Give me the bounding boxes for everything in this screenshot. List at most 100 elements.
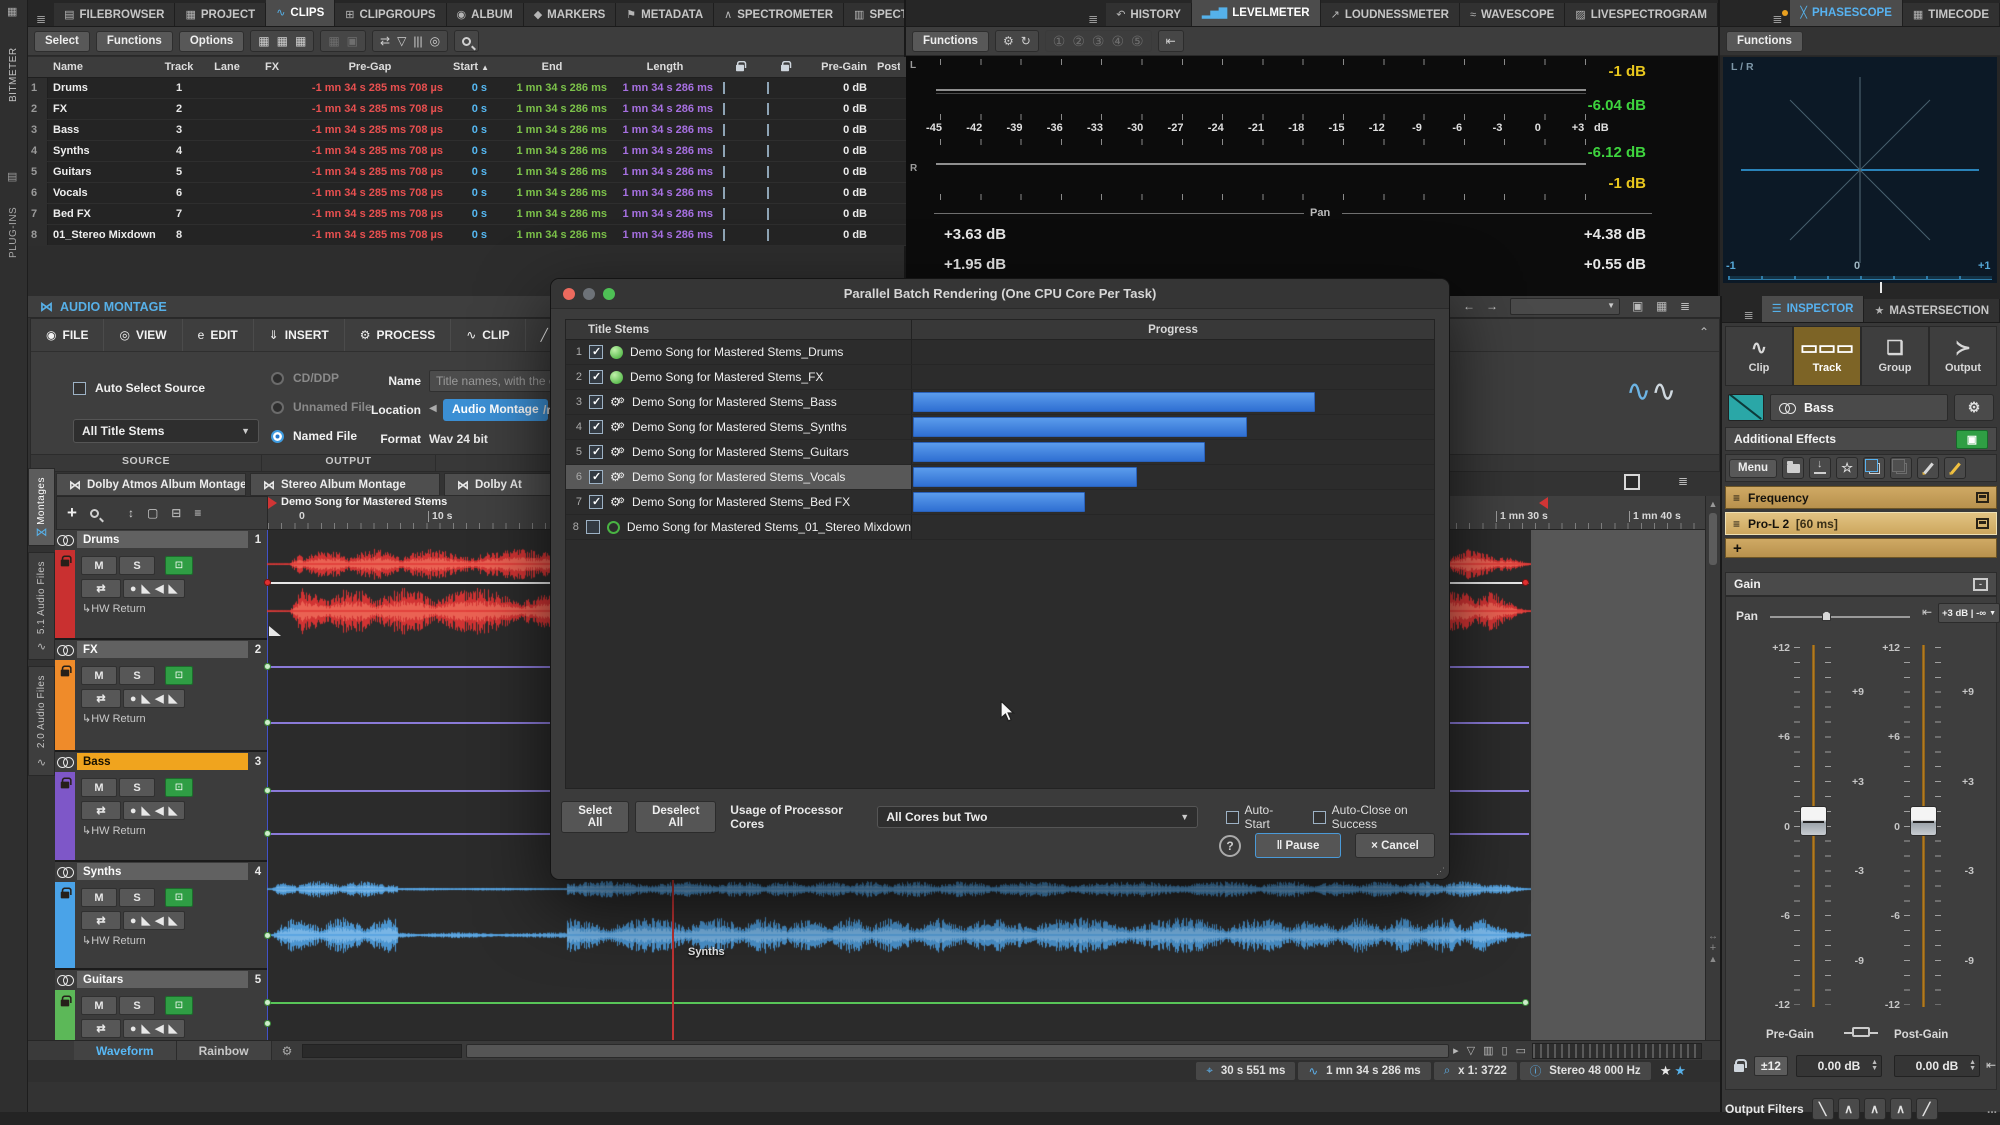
ribbon-tab[interactable]: ◎ VIEW [104,319,182,351]
render-row[interactable]: 6 Demo Song for Mastered Stems_Vocals [566,465,1434,490]
options-button[interactable]: Options [179,31,244,52]
clip-lock[interactable] [718,166,762,178]
montage-doc-tab[interactable]: ⋈ Dolby Atmos Album Montage [56,473,246,496]
functions-button[interactable]: Functions [96,31,173,52]
lock2-checkbox[interactable] [767,124,769,136]
status-cell[interactable]: ∿ 1 mn 34 s 286 ms [1298,1062,1430,1080]
bitmeter-tab[interactable]: BITMETER [8,22,19,102]
sidebar-tab-montages[interactable]: Montages ⋈ [28,468,55,546]
plugins-tab[interactable]: PLUG-INS [8,188,19,258]
grid-layout-icon[interactable]: ▦ [258,34,269,48]
status-cell[interactable]: ⓘ Stereo 48 000 Hz [1520,1062,1651,1080]
montage-doc-tab[interactable]: ⋈ Stereo Album Montage [250,473,440,496]
panel-tab[interactable]: ▨ LIVESPECTROGRAM [1565,3,1718,26]
lock-checkbox[interactable] [723,166,725,178]
render-row[interactable]: 1 Demo Song for Mastered Stems_Drums [566,340,1434,365]
fit-height-icon[interactable]: ↕ [128,506,134,520]
track-name[interactable]: Synths [77,863,248,880]
doc-tab-check-icon[interactable] [1624,474,1640,490]
functions-button[interactable]: Functions [912,31,989,52]
routing-button[interactable]: ⇄ [81,579,121,598]
render-checkbox[interactable] [589,370,603,384]
routing-button[interactable]: ⇄ [81,911,121,930]
record-monitor-button[interactable]: ● ◣ ◀ ◣ [123,801,185,820]
track-header-drums[interactable]: Drums 1 M S ⊡ ⇄ ● ◣ ◀ ◣ ↳HW Return [55,530,267,640]
pan-reset-icon[interactable]: ⇤ [1922,605,1932,619]
dialog-titlebar[interactable]: Parallel Batch Rendering (One CPU Core P… [551,279,1449,309]
scrollbar-icon[interactable]: ▸ [1453,1044,1459,1057]
panel-tab[interactable]: ▤ FILEBROWSER [54,3,175,26]
add-effect-slot[interactable]: + [1725,538,1997,558]
clip-lock2[interactable] [762,82,808,94]
lock2-checkbox[interactable] [767,208,769,220]
clip-name[interactable]: 01_Stereo Mixdown [48,229,156,241]
clip-lock2[interactable] [762,187,808,199]
solo-button[interactable]: S [119,778,155,797]
envelope-dot[interactable] [264,663,271,670]
panel-tab[interactable]: ↶ HISTORY [1106,3,1192,26]
overview-strip[interactable] [302,1044,462,1058]
toolbar-icon[interactable]: ▽ [397,34,406,48]
table-row[interactable]: 8 01_Stereo Mixdown 8 -1 mn 34 s 285 ms … [28,225,906,246]
favorite-star-icon[interactable]: ★ [1660,1063,1672,1079]
panel-tab[interactable]: ▂▅▇ LEVELMETER [1192,0,1321,26]
panel-options-icon[interactable]: ≣ [28,12,54,26]
fade-handle-icon[interactable] [269,626,281,636]
pan-slider[interactable] [1770,616,1910,618]
mode-button[interactable]: ≻ Output [1929,326,1997,386]
search-icon[interactable] [462,37,471,46]
clip-name[interactable]: Drums [48,82,156,94]
render-checkbox[interactable] [589,495,603,509]
mode-button[interactable]: ❑ Group [1861,326,1929,386]
col-fx[interactable]: FX [252,61,292,73]
render-row[interactable]: 7 Demo Song for Mastered Stems_Bed FX [566,490,1434,515]
zoom-search-icon[interactable] [90,509,99,518]
track-name[interactable]: Drums [77,531,248,548]
scrollbar-thumb[interactable] [1709,513,1717,565]
scrollbar-icon[interactable]: ▽ [1467,1044,1475,1057]
render-checkbox[interactable] [589,445,603,459]
table-row[interactable]: 4 Synths 4 -1 mn 34 s 285 ms 708 µs 0 s … [28,141,906,162]
col-end[interactable]: End [492,61,612,73]
lock-checkbox[interactable] [723,124,725,136]
scroll-mode-icon[interactable]: ▲ [1706,954,1720,964]
clip-lock2[interactable] [762,208,808,220]
radio-cddp[interactable]: CD/DDP [271,371,339,385]
render-row[interactable]: 4 Demo Song for Mastered Stems_Synths [566,415,1434,440]
view-tab[interactable]: Waveform [74,1041,177,1060]
track-lock-icon[interactable] [61,892,70,899]
clip-name[interactable]: Bed FX [48,208,156,220]
preset-number-icon[interactable]: ③ [1092,33,1105,50]
effect-slot-prol2[interactable]: ≡ Pro-L 2 [60 ms] [1725,512,1997,535]
scrollbar-icon[interactable]: ▭ [1516,1044,1526,1057]
render-checkbox[interactable] [589,395,603,409]
envelope-dot[interactable] [264,932,271,939]
lock2-checkbox[interactable] [767,103,769,115]
plugins-icon[interactable]: ▤ [7,170,17,183]
solo-button[interactable]: S [119,666,155,685]
zoom-traffic-light[interactable] [603,288,615,300]
track-header-guitars[interactable]: Guitars 5 M S ⊡ ⇄ ● ◣ ◀ ◣ [55,970,267,1040]
clip-name[interactable]: Vocals [48,187,156,199]
clip-lock[interactable] [718,187,762,199]
lock2-checkbox[interactable] [767,82,769,94]
panel-tab[interactable]: ⊞ CLIPGROUPS [335,3,446,26]
reset-meter-icon[interactable]: ⇤ [1166,34,1176,48]
pre-gain-fader-handle[interactable] [1800,806,1827,836]
nav-forward-icon[interactable]: → [1486,299,1498,313]
direct-monitor-icon[interactable] [1976,492,1989,503]
resize-grip[interactable]: ⋰ [1436,866,1446,877]
track-name[interactable]: Guitars [77,971,248,988]
panel-options-icon[interactable]: ≣ [1080,12,1106,26]
radio-unnamed[interactable]: Unnamed File [271,400,372,414]
mute-button[interactable]: M [81,556,117,575]
scrollbar-icon[interactable]: ▥ [1483,1044,1493,1057]
ribbon-tab[interactable]: e EDIT [183,319,254,351]
col-post[interactable]: Post [872,61,900,73]
solo-button[interactable]: S [119,556,155,575]
stepper-icons[interactable]: ▲▼ [1969,1060,1976,1072]
envelope-dot[interactable] [264,1020,271,1027]
deselect-all-button[interactable]: Deselect All [635,801,716,833]
direct-monitor-icon[interactable] [1976,518,1989,529]
range-button[interactable]: ±12 [1754,1056,1788,1076]
